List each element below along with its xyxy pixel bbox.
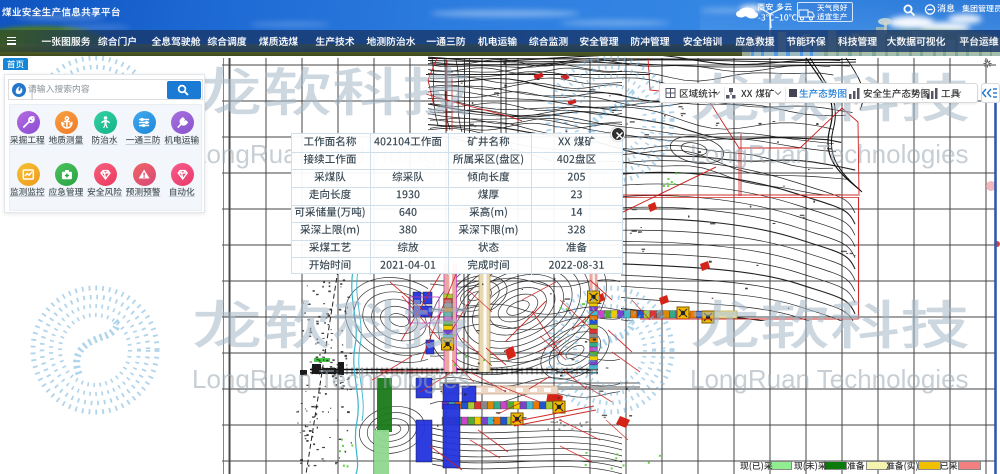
svg-text:LongRuan Technologies: LongRuan Technologies (690, 139, 969, 169)
svg-text:LongRuan Technologies: LongRuan Technologies (192, 364, 471, 394)
svg-text:LongRuan Technologies: LongRuan Technologies (690, 364, 969, 394)
